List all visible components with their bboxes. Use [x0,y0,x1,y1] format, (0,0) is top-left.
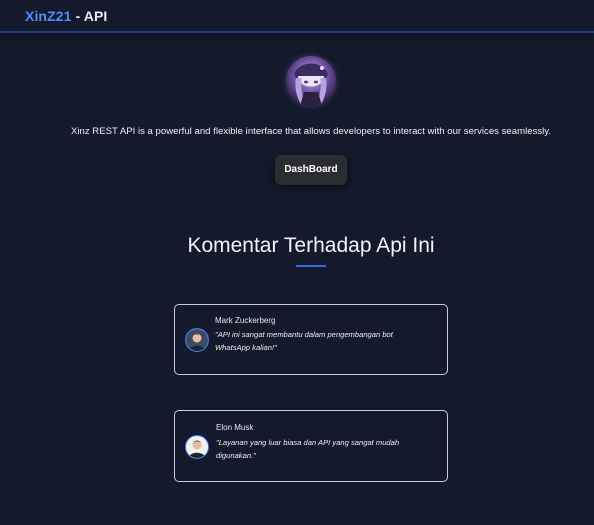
brand-suffix: - API [71,8,108,24]
comments-heading: Komentar Terhadap Api Ini [187,234,435,257]
top-navbar: XinZ21 - API [0,0,594,33]
comment-card: Elon Musk "Layanan yang luar biasa dan A… [174,410,448,482]
comment-card: Mark Zuckerberg "API ini sangat membantu… [174,304,448,375]
comment-text: "API ini sangat membantu dalam pengemban… [215,330,393,352]
dashboard-button[interactable]: DashBoard [275,155,347,185]
api-description: Xinz REST API is a powerful and flexible… [70,126,552,137]
commenter-name: Elon Musk [216,423,254,432]
person-avatar-icon [185,328,209,352]
comment-text: "Layanan yang luar biasa dan API yang sa… [216,438,400,460]
brand-name: XinZ21 [25,8,72,24]
brand-title[interactable]: XinZ21 - API [25,8,107,24]
person-avatar-icon [185,435,209,459]
profile-avatar [286,56,336,106]
heading-underline [296,265,326,267]
commenter-name: Mark Zuckerberg [215,316,276,325]
